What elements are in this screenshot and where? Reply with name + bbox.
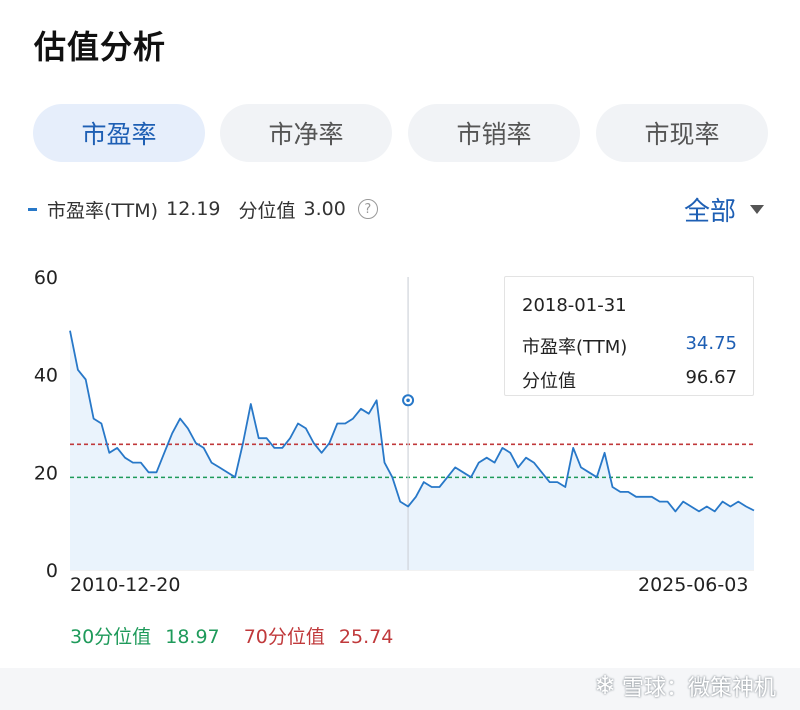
tab-ps[interactable]: 市销率 [408,104,580,162]
p30-label: 30分位值 [70,626,152,648]
legend-percentile-label: 分位值 [238,199,296,222]
chart-tooltip: 2018-01-31 市盈率(TTM) 34.75 分位值 96.67 [504,276,754,396]
tooltip-percentile-row: 分位值 96.67 [522,367,737,393]
x-tick-end: 2025-06-03 [638,574,749,596]
tooltip-metric-value: 34.75 [685,333,737,354]
snowball-logo-icon: ❄ [594,671,616,701]
chevron-down-icon [750,204,764,214]
tooltip-percentile-value: 96.67 [685,367,737,388]
range-dropdown[interactable]: 全部 [683,192,764,227]
watermark: ❄ 雪球：微策神机 [594,670,776,702]
y-tick-label: 20 [34,462,58,484]
p30-value: 18.97 [165,626,220,648]
legend-metric-label: 市盈率(TTM) [47,199,159,222]
tooltip-metric-row: 市盈率(TTM) 34.75 [522,333,737,359]
tab-pb[interactable]: 市净率 [220,104,392,162]
watermark-text: 雪球：微策神机 [621,676,776,701]
y-tick-label: 40 [34,365,58,387]
help-icon[interactable]: ? [357,199,378,219]
legend-swatch [28,207,37,211]
tooltip-date: 2018-01-31 [522,295,627,316]
y-tick-label: 60 [34,267,58,289]
legend-percentile-value: 3.00 [303,198,346,220]
tab-pcf[interactable]: 市现率 [596,104,768,162]
y-tick-label: 0 [46,560,58,580]
x-tick-start: 2010-12-20 [70,574,181,596]
highlight-point-inner [406,398,410,403]
p70-label: 70分位值 [243,626,325,648]
tooltip-metric-label: 市盈率(TTM) [522,337,628,358]
page-title: 估值分析 [34,28,167,66]
chart-legend: 市盈率(TTM) 12.19 分位值 3.00 ? [28,194,378,224]
tab-pe[interactable]: 市盈率 [33,104,205,162]
percentile-legend: 30分位值 18.97 70分位值 25.74 [70,622,393,649]
tooltip-percentile-label: 分位值 [522,371,576,392]
range-dropdown-label: 全部 [683,196,736,227]
legend-metric-value: 12.19 [166,198,221,220]
p70-value: 25.74 [338,626,394,648]
